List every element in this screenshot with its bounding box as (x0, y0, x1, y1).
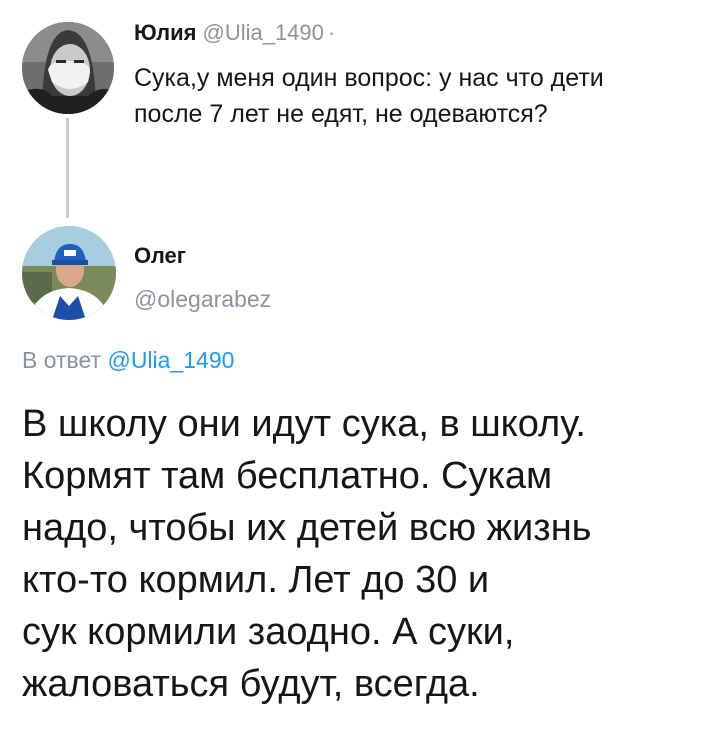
tweet-thread-screenshot: Юлия @Ulia_1490 · Сука,у меня один вопрос:… (0, 0, 720, 743)
reply-avatar-image (22, 226, 116, 320)
header-separator: · (327, 20, 336, 45)
parent-tweet-header: Юлия @Ulia_1490 · (134, 18, 335, 48)
parent-tweet-text: Сука,у меня один вопрос: у нас что дети … (134, 64, 604, 128)
reply-tweet-text: В школу они идут сука, в школу. Кормят т… (22, 403, 592, 705)
reply-to-mention-link[interactable]: @Ulia_1490 (107, 347, 234, 373)
parent-user-handle[interactable]: @Ulia_1490 (202, 20, 323, 45)
reply-user-name[interactable]: Олег (134, 241, 186, 271)
parent-user-name[interactable]: Юлия (134, 20, 196, 45)
reply-to-label: В ответ (22, 347, 102, 373)
parent-user-avatar[interactable] (22, 22, 114, 114)
reply-to-line: В ответ @Ulia_1490 (22, 344, 234, 376)
parent-avatar-image (22, 22, 114, 114)
reply-user-handle[interactable]: @olegarabez (134, 284, 271, 314)
thread-connector-line (66, 118, 69, 218)
reply-user-avatar[interactable] (22, 226, 116, 320)
